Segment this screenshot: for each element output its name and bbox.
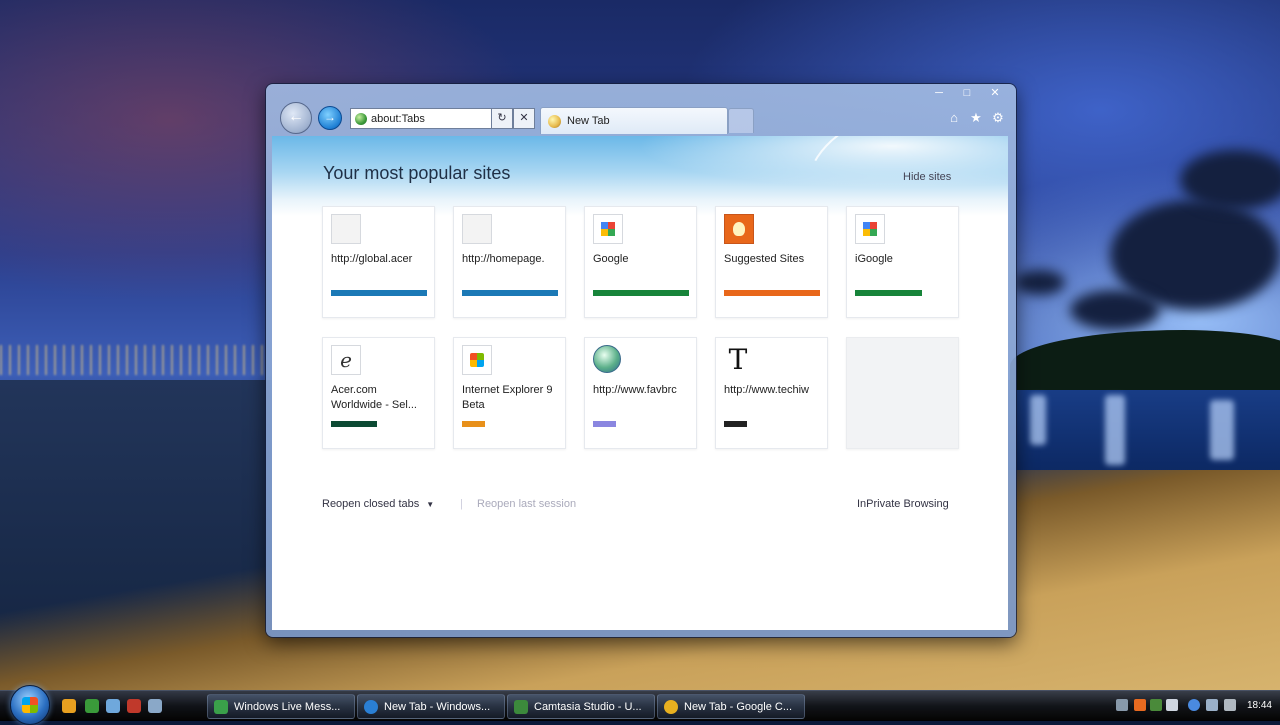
windows-flag-icon: [462, 345, 492, 375]
page-icon: [355, 112, 367, 125]
usage-bar: [331, 290, 427, 296]
suggested-sites-icon: [724, 214, 754, 244]
site-tile[interactable]: http://global.acer: [322, 206, 435, 318]
quicklaunch-app-icon[interactable]: [127, 699, 141, 713]
site-tile[interactable]: http://www.favbrc: [584, 337, 697, 449]
page-title: Your most popular sites: [323, 163, 511, 183]
globe-icon: [593, 345, 621, 373]
reopen-closed-tabs-link[interactable]: Reopen closed tabs ▼: [322, 498, 434, 510]
blank-favicon-icon: [331, 214, 361, 244]
site-name: iGoogle: [855, 253, 893, 265]
google-favicon-icon: [593, 214, 623, 244]
command-icons: ⌂ ★ ⚙: [946, 110, 1006, 126]
maximize-icon[interactable]: □: [956, 86, 978, 100]
close-icon[interactable]: ✕: [984, 86, 1006, 100]
favorites-star-icon[interactable]: ★: [968, 110, 984, 126]
taskbar-button-label: Windows Live Mess...: [234, 700, 341, 713]
usage-bar: [462, 290, 558, 296]
usage-bar: [593, 421, 616, 427]
site-name: Acer.com Worldwide - Sel...: [331, 384, 417, 411]
site-name: http://homepage.: [462, 253, 545, 265]
windows-logo-icon: [22, 697, 38, 713]
taskbar-button-label: New Tab - Windows...: [384, 700, 491, 713]
taskbar-button[interactable]: New Tab - Windows...: [357, 694, 505, 719]
usage-bar: [855, 290, 922, 296]
tray-volume-icon[interactable]: [1224, 699, 1236, 711]
tray-app-icon[interactable]: [1134, 699, 1146, 711]
refresh-button[interactable]: ↻: [491, 108, 513, 129]
taskbar-button-label: New Tab - Google C...: [684, 700, 793, 713]
blank-favicon-icon: [462, 214, 492, 244]
reopen-last-session-link[interactable]: Reopen last session: [477, 498, 576, 510]
site-tile[interactable]: e Acer.com Worldwide - Sel...: [322, 337, 435, 449]
igoogle-favicon-icon: [855, 214, 885, 244]
ie-e-icon: e: [331, 345, 361, 375]
camtasia-icon: [514, 699, 528, 714]
forward-button[interactable]: →: [318, 106, 342, 130]
site-name: Suggested Sites: [724, 253, 805, 265]
taskbar: Windows Live Mess... New Tab - Windows..…: [0, 685, 1280, 725]
taskbar-button[interactable]: Windows Live Mess...: [207, 694, 355, 719]
ie-icon: [364, 699, 378, 714]
site-tile[interactable]: http://homepage.: [453, 206, 566, 318]
quicklaunch-chrome-icon[interactable]: [62, 699, 76, 713]
site-name: Internet Explorer 9 Beta: [462, 384, 553, 411]
system-tray: 18:44: [1110, 691, 1280, 721]
new-tab-button[interactable]: [728, 108, 754, 133]
chrome-icon: [664, 699, 678, 714]
hide-sites-link[interactable]: Hide sites: [903, 171, 951, 183]
tray-monitor-icon[interactable]: [1206, 699, 1218, 711]
clock[interactable]: 18:44: [1247, 700, 1272, 711]
usage-bar: [724, 290, 820, 296]
site-tile[interactable]: Suggested Sites: [715, 206, 828, 318]
dropdown-arrow-icon: ▼: [426, 500, 435, 509]
site-name: http://global.acer: [331, 253, 413, 265]
tab-new-tab[interactable]: New Tab: [540, 107, 728, 134]
usage-bar: [593, 290, 689, 296]
quicklaunch-desktop-icon[interactable]: [106, 699, 120, 713]
tab-favicon: [548, 114, 561, 128]
site-name: http://www.techiw: [724, 384, 809, 396]
taskbar-button[interactable]: New Tab - Google C...: [657, 694, 805, 719]
quicklaunch-switch-icon[interactable]: [148, 699, 162, 713]
site-tile[interactable]: Internet Explorer 9 Beta: [453, 337, 566, 449]
stop-button[interactable]: ✕: [513, 108, 535, 129]
site-name: http://www.favbrc: [593, 384, 677, 396]
minimize-icon[interactable]: ─: [928, 86, 950, 100]
window-controls: ─ □ ✕: [928, 86, 1006, 100]
inprivate-browsing-link[interactable]: InPrivate Browsing: [857, 498, 949, 510]
site-tile[interactable]: Google: [584, 206, 697, 318]
taskbar-button-label: Camtasia Studio - U...: [534, 700, 642, 713]
usage-bar: [331, 421, 377, 427]
taskbar-button[interactable]: Camtasia Studio - U...: [507, 694, 655, 719]
reopen-closed-tabs-label: Reopen closed tabs: [322, 498, 420, 510]
messenger-icon: [214, 699, 228, 714]
home-icon[interactable]: ⌂: [946, 110, 962, 126]
quicklaunch-messenger-icon[interactable]: [85, 699, 99, 713]
tray-device-icon[interactable]: [1166, 699, 1178, 711]
start-button[interactable]: [10, 685, 50, 725]
usage-bar: [724, 421, 747, 427]
site-tile[interactable]: iGoogle: [846, 206, 959, 318]
tray-messenger-icon[interactable]: [1150, 699, 1162, 711]
site-name: Google: [593, 253, 629, 265]
back-button[interactable]: ←: [280, 102, 312, 134]
browser-window: ─ □ ✕ ← → about:Tabs ▼ ↻ ✕ New Tab ⌂ ★ ⚙…: [266, 84, 1016, 637]
t-letter-icon: T: [728, 342, 748, 376]
usage-bar: [462, 421, 485, 427]
empty-site-slot[interactable]: [846, 337, 959, 449]
tab-label: New Tab: [567, 115, 610, 127]
tray-arrow-icon[interactable]: [1116, 699, 1128, 711]
new-tab-page: Your most popular sites Hide sites http:…: [272, 136, 1008, 630]
tray-network-icon[interactable]: [1188, 699, 1200, 711]
footer-separator: |: [460, 498, 463, 510]
site-tile[interactable]: T http://www.techiw: [715, 337, 828, 449]
tools-gear-icon[interactable]: ⚙: [990, 110, 1006, 126]
